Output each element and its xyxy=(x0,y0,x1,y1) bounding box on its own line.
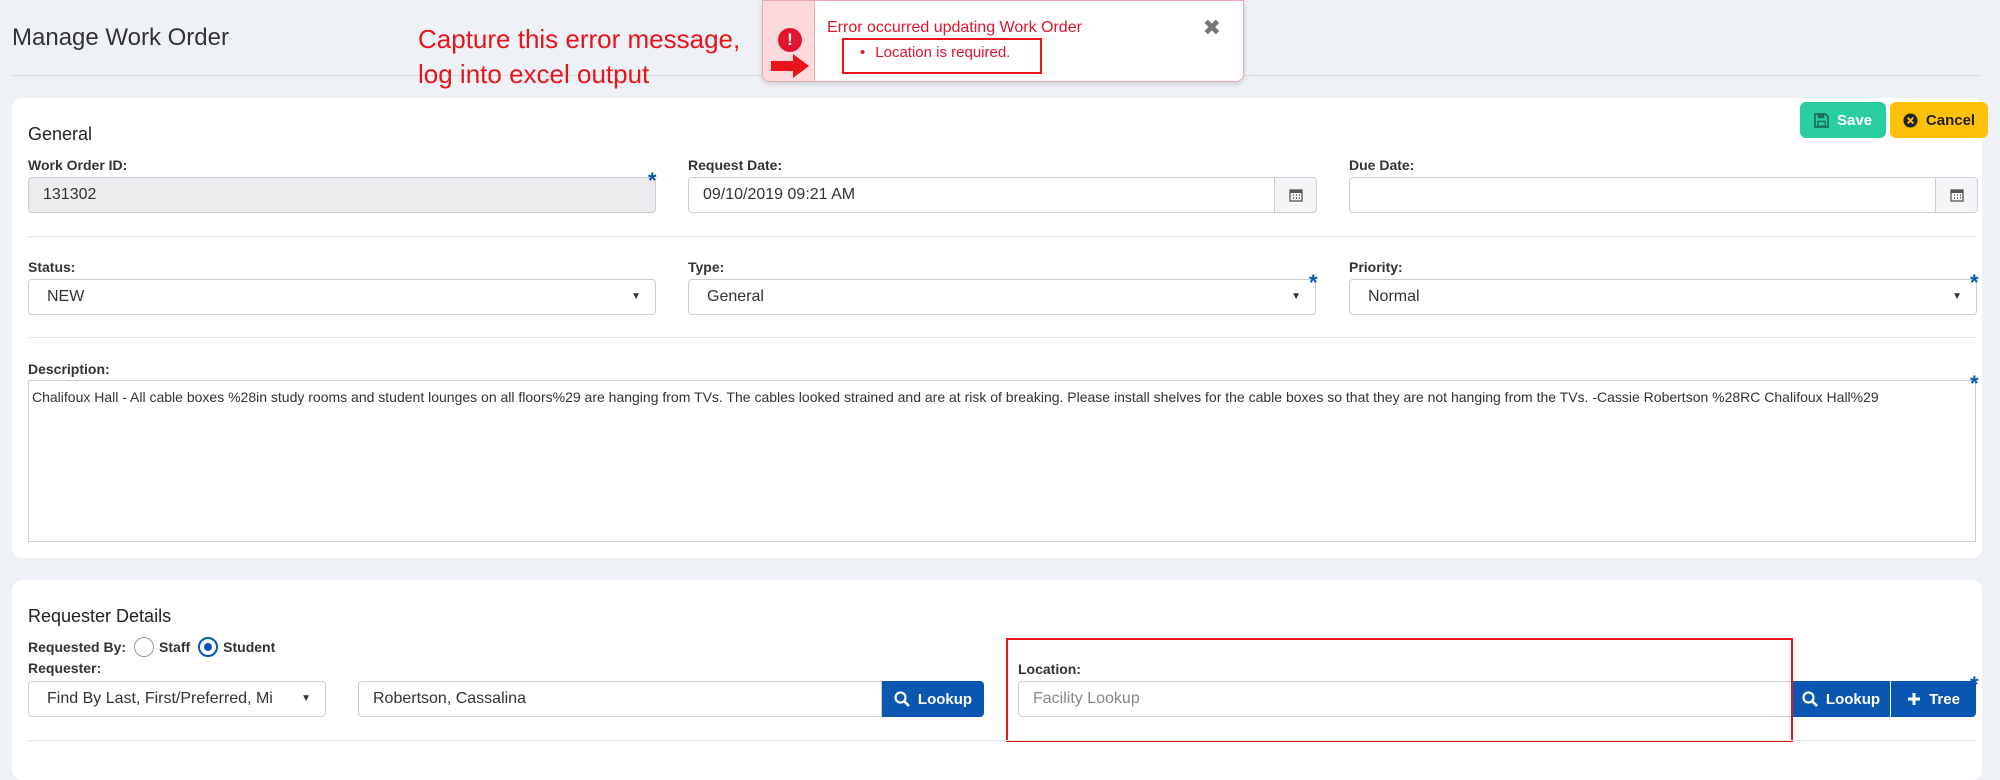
requested-by-label: Requested By: xyxy=(28,639,127,655)
type-select[interactable]: General ▼ xyxy=(688,279,1316,315)
request-date-label: Request Date: xyxy=(688,157,783,173)
alert-icon: ! xyxy=(778,28,802,52)
cancel-button[interactable]: Cancel xyxy=(1890,102,1988,138)
required-marker: * xyxy=(1970,672,1979,697)
chevron-down-icon: ▼ xyxy=(1291,291,1301,302)
plus-icon xyxy=(1907,692,1921,706)
staff-radio[interactable] xyxy=(134,637,155,657)
page-title: Manage Work Order xyxy=(12,24,229,51)
requested-by-group: Requested By: Staff Student xyxy=(28,637,275,657)
search-icon xyxy=(894,691,910,707)
due-date-input[interactable] xyxy=(1349,177,1936,213)
toast-title: Error occurred updating Work Order xyxy=(827,19,1082,36)
required-marker: * xyxy=(1970,371,1979,396)
requester-name-input[interactable]: Robertson, Cassalina xyxy=(358,681,882,717)
find-by-value: Find By Last, First/Preferred, Mi xyxy=(47,690,273,707)
requester-lookup-label: Lookup xyxy=(917,690,973,708)
required-marker: * xyxy=(648,168,657,193)
close-icon[interactable]: ✖ xyxy=(1203,15,1221,41)
requester-lookup-button[interactable]: Lookup xyxy=(882,681,984,717)
priority-label: Priority: xyxy=(1349,259,1403,275)
due-date-calendar-button[interactable] xyxy=(1936,177,1978,213)
work-order-id-label: Work Order ID: xyxy=(28,157,128,173)
request-date-input[interactable]: 09/10/2019 09:21 AM xyxy=(688,177,1275,213)
type-label: Type: xyxy=(688,259,725,275)
save-icon xyxy=(1814,112,1829,128)
status-select[interactable]: NEW ▼ xyxy=(28,279,656,315)
student-radio-label[interactable]: Student xyxy=(223,639,275,655)
general-section-title: General xyxy=(28,124,93,144)
toast-message: Location is required. xyxy=(860,44,1010,61)
due-date-label: Due Date: xyxy=(1349,157,1415,173)
requester-section-title: Requester Details xyxy=(28,606,172,626)
calendar-icon xyxy=(1949,189,1964,202)
requester-find-by-select[interactable]: Find By Last, First/Preferred, Mi ▼ xyxy=(28,681,326,717)
type-value: General xyxy=(707,288,764,305)
status-label: Status: xyxy=(28,259,76,275)
location-lookup-button[interactable]: Lookup xyxy=(1792,681,1890,717)
toast-sidebar: ! xyxy=(763,1,815,81)
required-marker: * xyxy=(1970,270,1979,295)
search-icon xyxy=(1802,691,1818,707)
arrow-right-icon xyxy=(771,54,809,78)
divider xyxy=(28,740,1976,741)
description-label: Description: xyxy=(28,361,110,377)
description-textarea[interactable]: Chalifoux Hall - All cable boxes %28in s… xyxy=(28,380,1976,542)
error-toast: ! Error occurred updating Work Order ✖ L… xyxy=(762,0,1244,82)
chevron-down-icon: ▼ xyxy=(631,291,641,302)
location-lookup-label: Lookup xyxy=(1825,690,1881,708)
priority-value: Normal xyxy=(1368,288,1420,305)
annotation-text: Capture this error message, log into exc… xyxy=(418,24,741,89)
status-value: NEW xyxy=(47,288,85,305)
save-button-label: Save xyxy=(1836,111,1873,129)
save-button[interactable]: Save xyxy=(1800,102,1886,138)
calendar-icon xyxy=(1288,189,1303,202)
work-order-id-field: 131302 xyxy=(28,177,656,213)
divider xyxy=(28,337,1976,338)
student-radio[interactable] xyxy=(198,637,219,657)
staff-radio-label[interactable]: Staff xyxy=(159,639,190,655)
request-date-calendar-button[interactable] xyxy=(1275,177,1317,213)
location-tree-label: Tree xyxy=(1929,690,1960,708)
location-highlight-box xyxy=(1006,638,1793,742)
chevron-down-icon: ▼ xyxy=(301,693,311,704)
cancel-button-label: Cancel xyxy=(1925,111,1976,129)
cancel-icon xyxy=(1903,112,1918,128)
divider xyxy=(28,236,1976,237)
required-marker: * xyxy=(1309,270,1318,295)
chevron-down-icon: ▼ xyxy=(1952,291,1962,302)
location-tree-button[interactable]: Tree xyxy=(1891,681,1976,717)
priority-select[interactable]: Normal ▼ xyxy=(1349,279,1977,315)
requester-label: Requester: xyxy=(28,660,102,676)
